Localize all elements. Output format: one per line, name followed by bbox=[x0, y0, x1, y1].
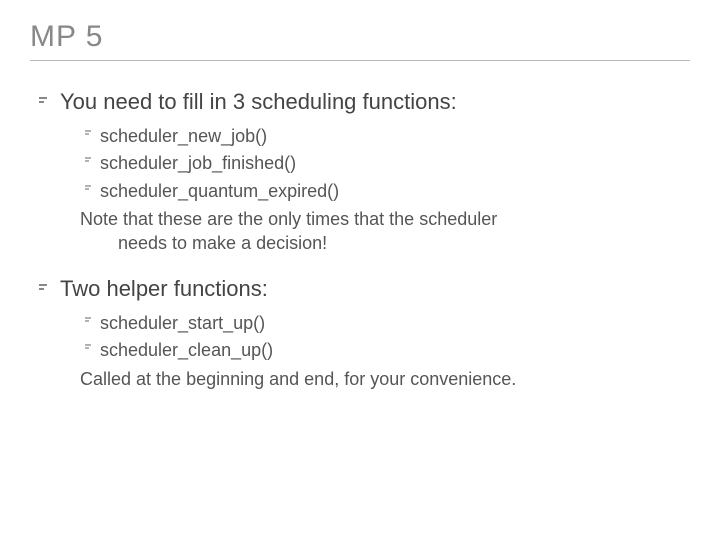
list-item-text: scheduler_job_finished() bbox=[100, 152, 296, 175]
section-note: Note that these are the only times that … bbox=[60, 207, 690, 256]
bullet-icon bbox=[80, 180, 100, 192]
section-body: Two helper functions: scheduler_start_up… bbox=[60, 276, 690, 391]
list-item: scheduler_start_up() bbox=[60, 312, 690, 335]
section-note: Called at the beginning and end, for you… bbox=[60, 367, 690, 391]
list-item: scheduler_clean_up() bbox=[60, 339, 690, 362]
bullet-icon bbox=[80, 125, 100, 137]
list-item-text: scheduler_start_up() bbox=[100, 312, 265, 335]
bullet-icon bbox=[30, 89, 60, 256]
section-heading: You need to fill in 3 scheduling functio… bbox=[60, 89, 690, 115]
list-item: scheduler_job_finished() bbox=[60, 152, 690, 175]
list-item: scheduler_quantum_expired() bbox=[60, 180, 690, 203]
bullet-icon bbox=[80, 339, 100, 351]
bullet-icon bbox=[80, 152, 100, 164]
bullet-icon bbox=[80, 312, 100, 324]
slide-title: MP 5 bbox=[30, 20, 690, 61]
section-heading: Two helper functions: bbox=[60, 276, 690, 302]
section: You need to fill in 3 scheduling functio… bbox=[30, 89, 690, 256]
list-item-text: scheduler_quantum_expired() bbox=[100, 180, 339, 203]
list-item-text: scheduler_new_job() bbox=[100, 125, 267, 148]
section-body: You need to fill in 3 scheduling functio… bbox=[60, 89, 690, 256]
list-item-text: scheduler_clean_up() bbox=[100, 339, 273, 362]
list-item: scheduler_new_job() bbox=[60, 125, 690, 148]
section: Two helper functions: scheduler_start_up… bbox=[30, 276, 690, 391]
bullet-icon bbox=[30, 276, 60, 391]
